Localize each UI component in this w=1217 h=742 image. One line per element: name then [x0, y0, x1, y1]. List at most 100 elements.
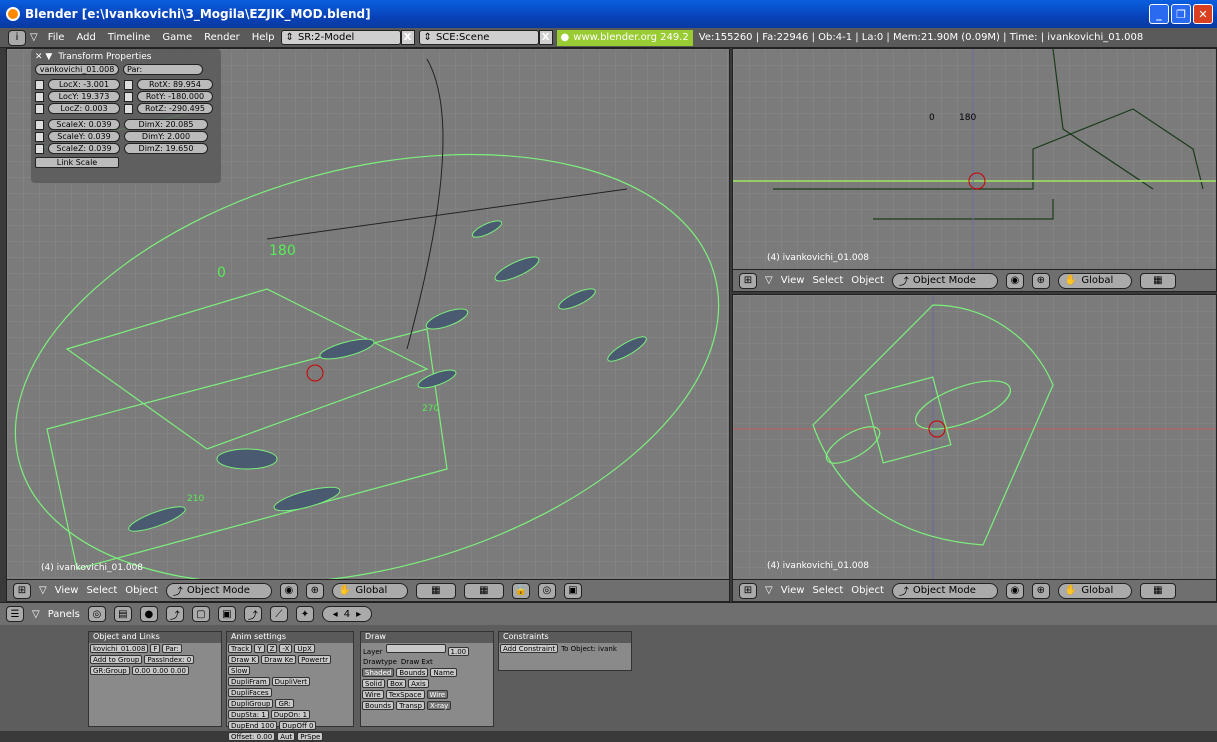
dimz-field[interactable]: DimZ: 19.650	[124, 143, 208, 154]
layer-value-field[interactable]: 1.00	[447, 647, 470, 656]
orientation-selector[interactable]: ✋ Global	[1057, 272, 1132, 289]
restore-button[interactable]: ❐	[1171, 4, 1191, 24]
frame-field[interactable]: ◂ 4 ▸	[321, 606, 372, 622]
axis-negx-button[interactable]: -X	[279, 644, 293, 653]
locy-field[interactable]: LocY: 19.373	[48, 91, 120, 102]
drawtype-solid[interactable]: Solid	[362, 679, 386, 688]
track-button[interactable]: Track	[228, 644, 253, 653]
layer-grid[interactable]	[385, 644, 446, 653]
pivot-icon[interactable]: ⊕	[1031, 272, 1050, 289]
orientation-selector[interactable]: ✋ Global	[1057, 582, 1132, 599]
menu-view[interactable]: View	[781, 585, 805, 596]
orientation-selector[interactable]: ✋ Global	[331, 582, 408, 599]
script-icon[interactable]: ▤	[113, 606, 132, 622]
menu-timeline[interactable]: Timeline	[108, 32, 151, 43]
ext-box[interactable]: Box	[387, 679, 407, 688]
lock-layer-icon[interactable]: 🔒	[511, 582, 530, 599]
ext-axis[interactable]: Axis	[408, 679, 429, 688]
mode-selector[interactable]: ⤴ Object Mode	[165, 582, 272, 599]
mode-selector[interactable]: ⤴ Object Mode	[891, 582, 998, 599]
rotz-field[interactable]: RotZ: -290.495	[137, 103, 213, 114]
draw-key-sel-button[interactable]: Draw Ke	[261, 655, 297, 664]
scene-delete-button[interactable]: X	[538, 30, 553, 45]
add-constraint-button[interactable]: Add Constraint	[500, 644, 559, 653]
particles-icon[interactable]: ✦	[295, 606, 314, 622]
top-right-viewport[interactable]: 0 180 (4) ivankovichi_01.008 ⊞ ▽ View Se…	[732, 48, 1217, 292]
collapse-icon[interactable]: ▽	[765, 275, 773, 286]
collapse-icon[interactable]: ▽	[30, 32, 38, 43]
object-sub-icon[interactable]: ⤴	[243, 606, 262, 622]
collapse-icon[interactable]: ▽	[765, 585, 773, 596]
bottom-right-viewport[interactable]: (4) ivankovichi_01.008 ⊞ ▽ View Select O…	[732, 294, 1217, 602]
add-to-group-button[interactable]: Add to Group	[90, 655, 143, 664]
menu-object[interactable]: Object	[125, 585, 158, 596]
editor-type-icon[interactable]: ☰	[6, 606, 24, 622]
layers-icon[interactable]: ▦	[1139, 272, 1176, 289]
blender-url[interactable]: ● www.blender.org 249.2	[556, 29, 693, 46]
scalex-field[interactable]: ScaleX: 0.039	[48, 119, 120, 130]
lock-icon[interactable]	[35, 91, 44, 102]
menu-object[interactable]: Object	[851, 585, 884, 596]
dupli-gr-field[interactable]: GR:	[275, 699, 294, 708]
dupsta-field[interactable]: DupSta: 1	[228, 710, 269, 719]
pivot-icon[interactable]: ⊕	[305, 582, 324, 599]
parent-field[interactable]: Par:	[123, 64, 203, 75]
collapse-icon[interactable]: ▽	[32, 609, 40, 620]
close-icon[interactable]: ✕ ▼	[35, 52, 52, 62]
menu-select[interactable]: Select	[812, 275, 843, 286]
ext-name[interactable]: Name	[430, 668, 458, 677]
menu-view[interactable]: View	[781, 275, 805, 286]
draw-type-icon[interactable]: ◉	[1005, 582, 1024, 599]
dimx-field[interactable]: DimX: 20.085	[124, 119, 208, 130]
info-icon[interactable]: i	[8, 29, 26, 46]
collapse-icon[interactable]: ▽	[39, 585, 47, 596]
group-offset-field[interactable]: 0.00 0.00 0.00	[131, 666, 189, 675]
draw-type-icon[interactable]: ◉	[1005, 272, 1024, 289]
screen-selector[interactable]: ⇕ SR:2-Model	[280, 30, 401, 45]
draw-key-button[interactable]: Draw K	[228, 655, 260, 664]
ext-transp[interactable]: Transp	[396, 701, 426, 710]
duplifaces-button[interactable]: DupliFaces	[228, 688, 272, 697]
dupoff-field[interactable]: DupOff 0	[279, 721, 317, 730]
mode-selector[interactable]: ⤴ Object Mode	[891, 272, 998, 289]
scalez-field[interactable]: ScaleZ: 0.039	[48, 143, 120, 154]
lock-icon[interactable]	[35, 131, 44, 142]
main-3d-viewport[interactable]: 0 180 270 210 (4) ivankovichi_01.008 ✕ ▼…	[6, 48, 730, 602]
editor-type-icon[interactable]: ⊞	[13, 582, 31, 599]
editor-type-icon[interactable]: ⊞	[739, 272, 757, 289]
scene-selector[interactable]: ⇕ SCE:Scene	[418, 30, 539, 45]
shading-icon[interactable]: ●	[139, 606, 158, 622]
f-button[interactable]: F	[150, 644, 161, 653]
editor-type-icon[interactable]: ⊞	[739, 582, 757, 599]
minimize-button[interactable]: _	[1149, 4, 1169, 24]
drawtype-wire[interactable]: Wire	[362, 690, 384, 699]
upx-button[interactable]: UpX	[294, 644, 315, 653]
slow-button[interactable]: Slow	[228, 666, 251, 675]
lock-icon[interactable]	[124, 79, 133, 90]
pass-index-field[interactable]: PassIndex: 0	[144, 655, 195, 664]
render-icon[interactable]: ◎	[537, 582, 556, 599]
roty-field[interactable]: RotY: -180.000	[137, 91, 213, 102]
object-name-field[interactable]: vankovichi_01.008	[35, 64, 119, 75]
locz-field[interactable]: LocZ: 0.003	[48, 103, 120, 114]
menu-select[interactable]: Select	[812, 585, 843, 596]
pivot-icon[interactable]: ⊕	[1031, 582, 1050, 599]
link-scale-button[interactable]: Link Scale	[35, 157, 119, 168]
drawtype-bounds[interactable]: Bounds	[362, 701, 395, 710]
menu-object[interactable]: Object	[851, 275, 884, 286]
layers-icon[interactable]: ▦	[1139, 582, 1176, 599]
dupon-field[interactable]: DupOn: 1	[270, 710, 311, 719]
dupend-field[interactable]: DupEnd 100	[228, 721, 278, 730]
lock-icon[interactable]	[35, 143, 44, 154]
rotx-field[interactable]: RotX: 89.954	[137, 79, 213, 90]
parent-field[interactable]: Par:	[162, 644, 182, 653]
menu-add[interactable]: Add	[76, 32, 95, 43]
close-button[interactable]: ✕	[1193, 4, 1213, 24]
menu-game[interactable]: Game	[162, 32, 192, 43]
aut-button[interactable]: Aut	[277, 732, 296, 741]
menu-view[interactable]: View	[55, 585, 79, 596]
lock-icon[interactable]	[35, 119, 44, 130]
locx-field[interactable]: LocX: -3.001	[48, 79, 120, 90]
ext-texspace[interactable]: TexSpace	[385, 690, 425, 699]
logic-icon[interactable]: ◎	[87, 606, 106, 622]
